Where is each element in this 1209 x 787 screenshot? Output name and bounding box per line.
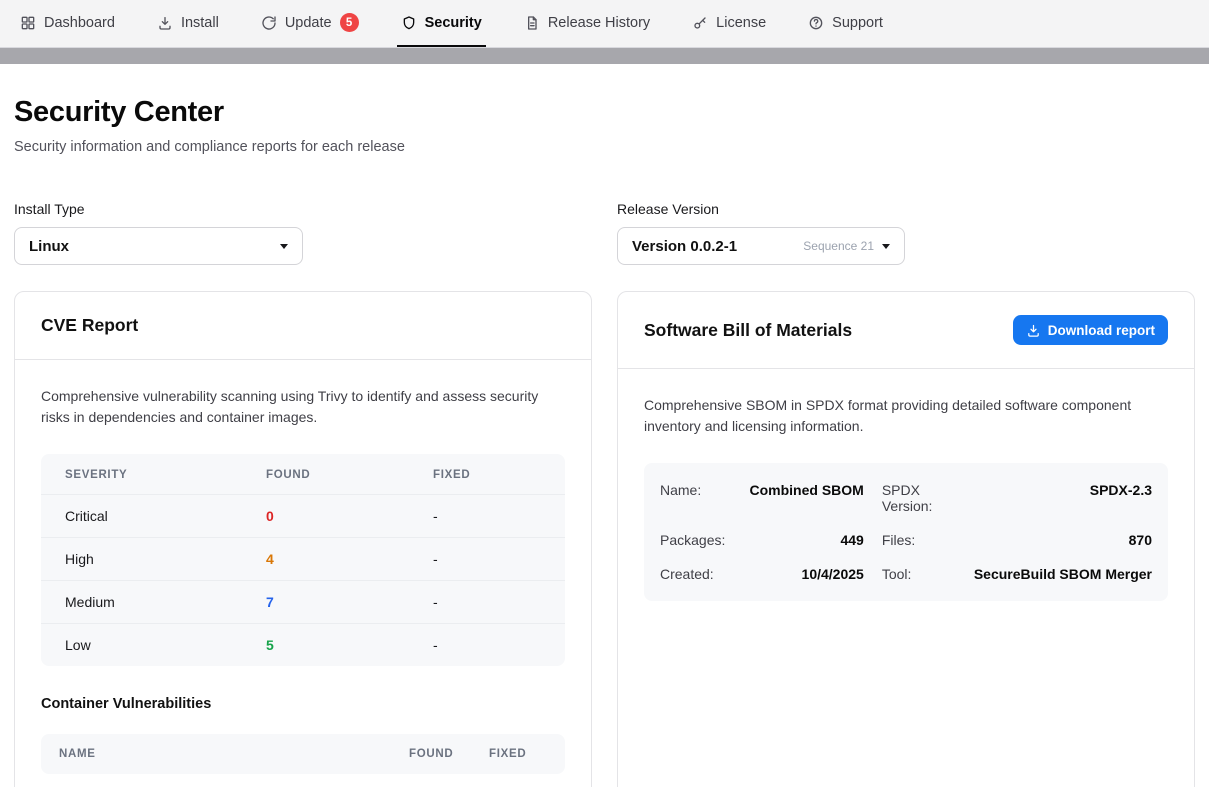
refresh-icon	[261, 15, 277, 31]
severity-name: High	[65, 538, 266, 580]
sbom-packages-value: 449	[748, 523, 864, 557]
container-table-header: NAME FOUND FIXED	[41, 734, 565, 774]
shield-icon	[401, 15, 417, 31]
sbom-name-value: Combined SBOM	[748, 473, 864, 523]
nav-item-security[interactable]: Security	[397, 0, 486, 47]
document-icon	[524, 15, 540, 31]
sbom-files-value: 870	[974, 523, 1152, 557]
found-count: 0	[266, 495, 433, 537]
cve-report-body: Comprehensive vulnerability scanning usi…	[15, 360, 591, 787]
nav-item-install[interactable]: Install	[153, 0, 223, 47]
nav-label: Support	[832, 15, 883, 31]
install-type-label: Install Type	[14, 201, 592, 217]
severity-table-header: SEVERITY FOUND FIXED	[41, 454, 565, 495]
release-version-value: Version 0.0.2-1	[632, 238, 737, 255]
column-header-found: FOUND	[409, 734, 489, 774]
help-circle-icon	[808, 15, 824, 31]
update-count-badge: 5	[340, 13, 359, 32]
download-report-label: Download report	[1048, 323, 1155, 338]
table-row-medium: Medium 7 -	[41, 581, 565, 624]
severity-name: Critical	[65, 495, 266, 537]
cve-report-header: CVE Report	[15, 292, 591, 360]
nav-label: License	[716, 15, 766, 31]
release-version-select[interactable]: Version 0.0.2-1 Sequence 21	[617, 227, 905, 265]
sbom-spdx-version-label: SPDX Version:	[864, 473, 974, 523]
release-sequence-label: Sequence 21	[803, 239, 874, 253]
page-title: Security Center	[14, 96, 1195, 129]
nav-item-update[interactable]: Update 5	[257, 0, 363, 47]
sbom-files-label: Files:	[864, 523, 974, 557]
sbom-packages-label: Packages:	[660, 523, 748, 557]
sbom-header: Software Bill of Materials Download repo…	[618, 292, 1194, 369]
filters-row: Install Type Linux Release Version Versi…	[14, 201, 1195, 265]
found-count: 4	[266, 538, 433, 580]
nav-item-dashboard[interactable]: Dashboard	[16, 0, 119, 47]
nav-label: Security	[425, 15, 482, 31]
nav-item-support[interactable]: Support	[804, 0, 887, 47]
severity-name: Low	[65, 624, 266, 666]
sbom-info-grid: Name: Combined SBOM SPDX Version: SPDX-2…	[644, 463, 1168, 601]
sbom-tool-value: SecureBuild SBOM Merger	[974, 557, 1152, 591]
sbom-description: Comprehensive SBOM in SPDX format provid…	[644, 395, 1168, 437]
column-header-severity: SEVERITY	[65, 454, 266, 494]
fixed-count: -	[433, 495, 541, 537]
severity-table: SEVERITY FOUND FIXED Critical 0 - High 4…	[41, 454, 565, 666]
sbom-spdx-version-value: SPDX-2.3	[974, 473, 1152, 523]
nav-label: Release History	[548, 15, 650, 31]
download-report-button[interactable]: Download report	[1013, 315, 1168, 345]
sbom-card: Software Bill of Materials Download repo…	[617, 291, 1195, 787]
install-type-select[interactable]: Linux	[14, 227, 303, 265]
separator-band	[0, 48, 1209, 64]
key-icon	[692, 15, 708, 31]
chevron-down-icon	[280, 244, 288, 249]
fixed-count: -	[433, 624, 541, 666]
cve-report-description: Comprehensive vulnerability scanning usi…	[41, 386, 565, 428]
release-version-field: Release Version Version 0.0.2-1 Sequence…	[617, 201, 1195, 265]
download-icon	[1026, 323, 1041, 338]
table-row-high: High 4 -	[41, 538, 565, 581]
download-icon	[157, 15, 173, 31]
sbom-title: Software Bill of Materials	[644, 320, 852, 341]
sbom-created-value: 10/4/2025	[748, 557, 864, 591]
cards-row: CVE Report Comprehensive vulnerability s…	[14, 291, 1195, 787]
found-count: 5	[266, 624, 433, 666]
nav-label: Install	[181, 15, 219, 31]
install-type-value: Linux	[29, 238, 69, 255]
column-header-fixed: FIXED	[489, 734, 547, 774]
page-subtitle: Security information and compliance repo…	[14, 139, 1195, 155]
nav-item-release-history[interactable]: Release History	[520, 0, 654, 47]
severity-name: Medium	[65, 581, 266, 623]
fixed-count: -	[433, 538, 541, 580]
nav-label: Update	[285, 15, 332, 31]
nav-item-license[interactable]: License	[688, 0, 770, 47]
found-count: 7	[266, 581, 433, 623]
column-header-fixed: FIXED	[433, 454, 541, 494]
page-content: Security Center Security information and…	[0, 96, 1209, 787]
container-vulnerabilities-title: Container Vulnerabilities	[41, 696, 565, 712]
install-type-field: Install Type Linux	[14, 201, 592, 265]
top-navigation: Dashboard Install Update 5 Security Rele…	[0, 0, 1209, 48]
sbom-body: Comprehensive SBOM in SPDX format provid…	[618, 369, 1194, 627]
fixed-count: -	[433, 581, 541, 623]
release-version-label: Release Version	[617, 201, 1195, 217]
chevron-down-icon	[882, 244, 890, 249]
nav-label: Dashboard	[44, 15, 115, 31]
sbom-created-label: Created:	[660, 557, 748, 591]
column-header-name: NAME	[59, 734, 409, 774]
dashboard-icon	[20, 15, 36, 31]
column-header-found: FOUND	[266, 454, 433, 494]
sbom-name-label: Name:	[660, 473, 748, 523]
cve-report-title: CVE Report	[41, 315, 138, 336]
table-row-low: Low 5 -	[41, 624, 565, 666]
container-vulnerabilities-table: NAME FOUND FIXED	[41, 734, 565, 774]
table-row-critical: Critical 0 -	[41, 495, 565, 538]
sbom-tool-label: Tool:	[864, 557, 974, 591]
cve-report-card: CVE Report Comprehensive vulnerability s…	[14, 291, 592, 787]
